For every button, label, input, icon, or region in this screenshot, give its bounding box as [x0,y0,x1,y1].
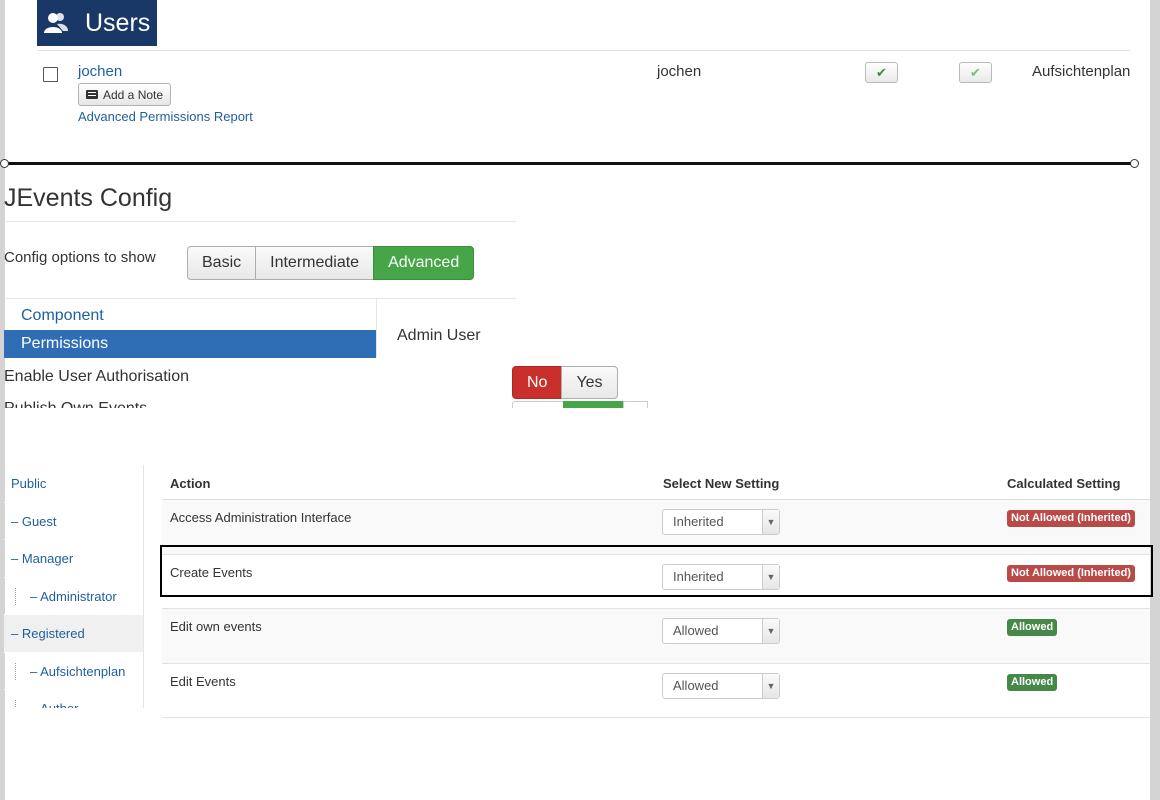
check-icon: ✔ [876,64,887,80]
users-divider [37,50,1130,51]
level-intermediate-button[interactable]: Intermediate [255,246,375,280]
activated-toggle[interactable]: ✔ [959,62,992,83]
username-cell: jochen [657,63,702,80]
action-label: Edit Events [170,673,236,689]
right-frame-border [1150,0,1160,800]
level-advanced-button[interactable]: Advanced [373,246,475,280]
panel-separator [5,162,1135,165]
action-label: Edit own events [170,619,262,634]
calculated-badge: Allowed [1007,673,1058,691]
users-icon [44,13,68,33]
level-basic-button[interactable]: Basic [187,246,257,280]
setting-select[interactable]: Allowed ▼ [662,672,780,699]
user-groups-list: Public – Guest – Manager – Administrator… [4,465,144,708]
title-divider [4,221,516,222]
setting-select[interactable]: Inherited ▼ [662,509,780,535]
user-group-cell: Aufsichtenplan [1032,63,1130,80]
nav-top-divider [4,298,516,299]
highlight-box [160,545,1153,597]
group-item-public[interactable]: Public [4,465,143,503]
separator-handle-left [0,159,9,168]
enabled-toggle[interactable]: ✔ [865,62,898,83]
enable-auth-toggle: No Yes [512,366,618,399]
nav-item-component[interactable]: Component [4,302,376,329]
auth-no-button[interactable]: No [512,366,563,399]
calculated-badge: Allowed [1007,619,1058,636]
table-header: Action Select New Setting Calculated Set… [162,465,1150,500]
chevron-down-icon: ▼ [762,619,779,643]
page-title: JEvents Config [4,184,173,212]
config-options-label: Config options to show [4,249,156,266]
group-item-registered[interactable]: – Registered [4,615,143,653]
enable-auth-label: Enable User Authorisation [4,368,189,385]
add-note-label: Add a Note [103,87,164,102]
group-item-administrator[interactable]: – Administrator [4,578,143,615]
group-item-guest[interactable]: – Guest [4,503,143,540]
setting-value: Allowed [673,677,719,693]
clipped-toggle [512,401,648,408]
group-item-author[interactable]: – Author [4,690,143,708]
setting-value: Allowed [673,623,719,638]
note-icon [86,90,98,99]
setting-select[interactable]: Allowed ▼ [662,618,780,644]
setting-value: Inherited [673,514,724,529]
user-name-link[interactable]: jochen [78,63,122,80]
action-label: Access Administration Interface [170,510,352,525]
nav-vertical-divider [376,298,377,358]
separator-handle-right [1130,159,1139,168]
check-icon: ✔ [970,64,981,80]
table-row: Edit Events Allowed ▼ Allowed [162,663,1150,718]
group-item-manager[interactable]: – Manager [4,540,143,578]
calculated-badge: Not Allowed (Inherited) [1007,510,1135,527]
row-checkbox[interactable] [43,67,58,82]
header-select-new: Select New Setting [663,476,780,491]
auth-yes-button[interactable]: Yes [561,366,618,399]
group-item-aufsichtenplan[interactable]: – Aufsichtenplan [4,653,143,690]
chevron-down-icon: ▼ [762,510,779,534]
header-action: Action [170,476,211,491]
config-level-toggle: Basic Intermediate Advanced [187,246,475,280]
nav-item-permissions[interactable]: Permissions [4,330,376,358]
users-title: Users [85,8,151,37]
header-calculated: Calculated Setting [1007,476,1121,491]
tab-admin-user[interactable]: Admin User [397,327,481,345]
users-header: Users [37,0,157,46]
add-note-button[interactable]: Add a Note [78,83,172,106]
advanced-permissions-link[interactable]: Advanced Permissions Report [78,109,253,124]
clipped-setting-label: Publish Own Events [4,401,147,408]
chevron-down-icon: ▼ [762,673,779,698]
table-row: Edit own events Allowed ▼ Allowed [162,609,1150,664]
